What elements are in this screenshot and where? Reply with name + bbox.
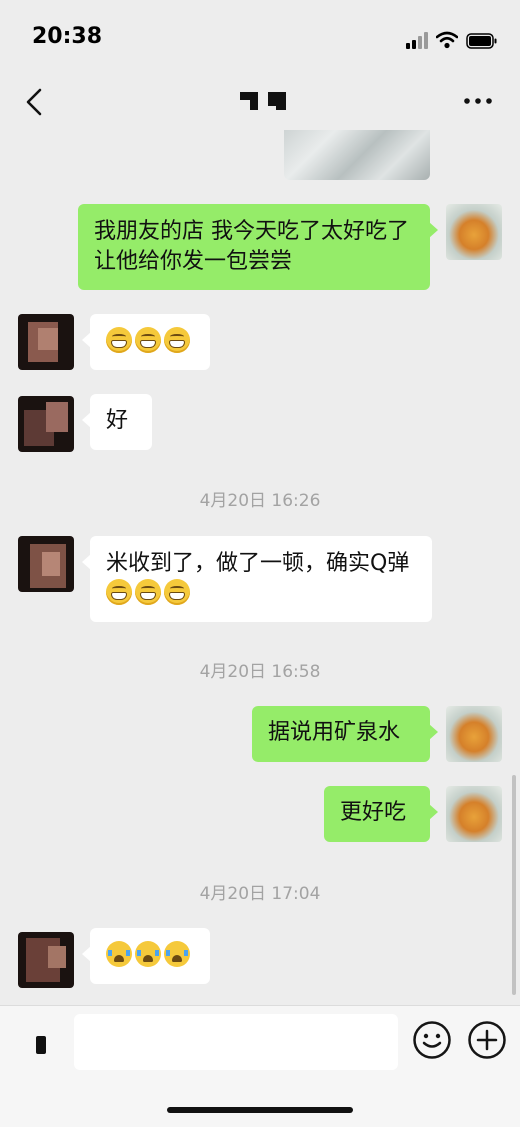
image-message[interactable] bbox=[284, 130, 430, 180]
avatar[interactable] bbox=[18, 396, 74, 452]
avatar[interactable] bbox=[446, 786, 502, 842]
message-bubble[interactable]: 我朋友的店 我今天吃了太好吃了 让他给你发一包尝尝 bbox=[78, 204, 438, 290]
wifi-icon bbox=[436, 31, 458, 49]
status-time: 20:38 bbox=[32, 24, 103, 49]
message-bubble[interactable]: 米收到了，做了一顿，确实Q弹 bbox=[82, 536, 432, 622]
chat-header bbox=[0, 72, 520, 130]
message-text: 米收到了，做了一顿，确实Q弹 bbox=[106, 551, 410, 576]
more-dots-icon bbox=[464, 98, 492, 104]
smiley-icon bbox=[413, 1021, 451, 1059]
cellular-signal-icon bbox=[406, 31, 428, 49]
avatar[interactable] bbox=[18, 314, 74, 370]
avatar[interactable] bbox=[446, 204, 502, 260]
battery-icon bbox=[466, 33, 497, 49]
scrollbar[interactable] bbox=[512, 775, 516, 995]
message-bubble[interactable]: 好 bbox=[82, 394, 152, 450]
add-button[interactable] bbox=[467, 1020, 507, 1060]
message-bubble[interactable]: 据说用矿泉水 bbox=[252, 706, 438, 762]
emoji-button[interactable] bbox=[412, 1020, 452, 1060]
laugh-cry-emoji-icon bbox=[135, 941, 161, 967]
message-bubble[interactable] bbox=[82, 314, 210, 370]
chevron-left-icon bbox=[26, 88, 42, 116]
status-bar: 20:38 bbox=[0, 0, 520, 72]
grin-emoji-icon bbox=[135, 579, 161, 605]
home-indicator bbox=[167, 1107, 353, 1113]
grin-emoji-icon bbox=[164, 327, 190, 353]
avatar[interactable] bbox=[446, 706, 502, 762]
back-button[interactable] bbox=[20, 82, 54, 122]
grin-emoji-icon bbox=[135, 327, 161, 353]
more-button[interactable] bbox=[460, 86, 496, 116]
grin-emoji-icon bbox=[106, 579, 132, 605]
grin-emoji-icon bbox=[106, 327, 132, 353]
plus-circle-icon bbox=[468, 1021, 506, 1059]
avatar[interactable] bbox=[18, 932, 74, 988]
timestamp: 4月20日 16:26 bbox=[199, 491, 321, 511]
chat-title bbox=[240, 92, 286, 110]
avatar[interactable] bbox=[18, 536, 74, 592]
message-input[interactable] bbox=[74, 1014, 398, 1070]
timestamp: 4月20日 16:58 bbox=[199, 662, 321, 682]
grin-emoji-icon bbox=[164, 579, 190, 605]
timestamp: 4月20日 17:04 bbox=[199, 884, 321, 904]
laugh-cry-emoji-icon bbox=[164, 941, 190, 967]
message-list[interactable]: 我朋友的店 我今天吃了太好吃了 让他给你发一包尝尝 好 4月20日 16:26 … bbox=[0, 130, 520, 1005]
status-icons bbox=[406, 27, 498, 49]
message-bubble[interactable] bbox=[82, 928, 210, 984]
laugh-cry-emoji-icon bbox=[106, 941, 132, 967]
message-bubble[interactable]: 更好吃 bbox=[324, 786, 438, 842]
voice-button[interactable] bbox=[36, 1036, 46, 1054]
